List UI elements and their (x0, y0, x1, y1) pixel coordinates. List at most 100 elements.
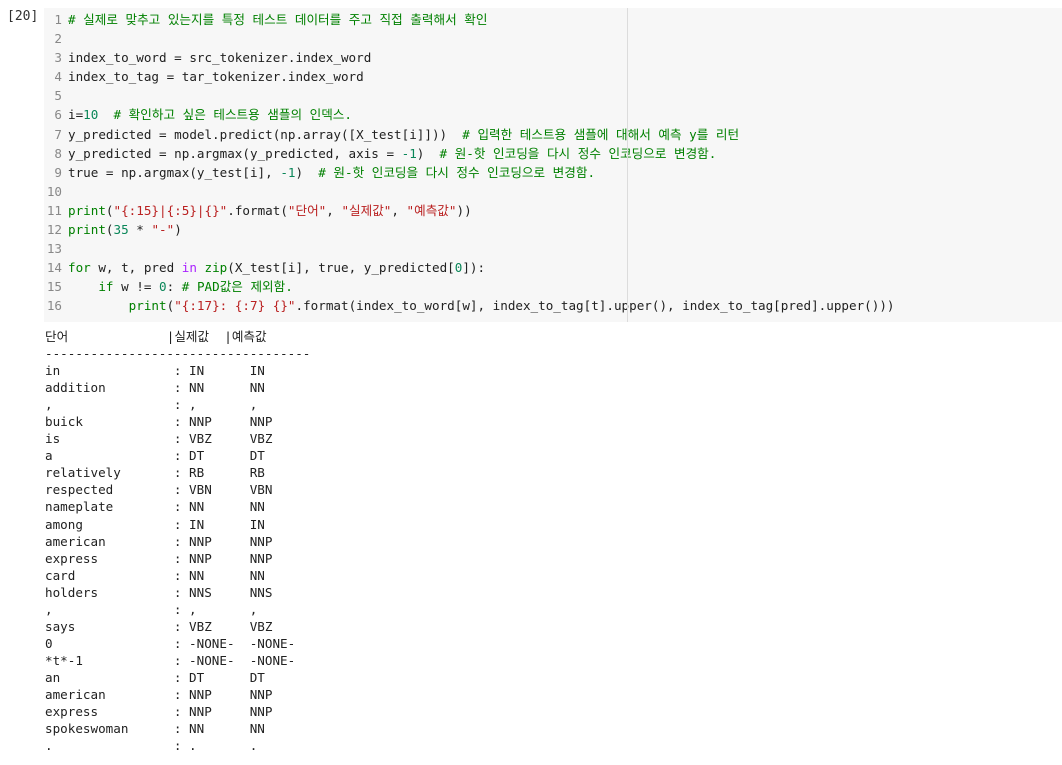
code-text: for w, t, pred in zip(X_test[i], true, y… (68, 258, 485, 277)
code-text: index_to_tag = tar_tokenizer.index_word (68, 67, 364, 86)
line-number: 11 (46, 202, 62, 218)
code-token: index_to_tag = tar_tokenizer.index_word (68, 69, 364, 85)
output-line: respected : VBN VBN (45, 482, 273, 498)
line-number: 5 (54, 88, 62, 104)
code-token: 35 (113, 222, 129, 238)
code-text: print("{:15}|{:5}|{}".format("단어", "실제값"… (68, 201, 472, 220)
code-token: print (68, 202, 106, 218)
output-line: 단어 |실제값 |예측값 (45, 329, 267, 344)
code-token: w != (113, 279, 160, 295)
code-token: "{:15}|{:5}|{}" (113, 202, 228, 218)
code-token: y_predicted = np.argmax(y_predicted, axi… (68, 145, 402, 161)
code-token: ( (105, 222, 114, 238)
line-number: 14 (46, 260, 62, 276)
line-number: 12 (46, 222, 62, 238)
code-token: # 확인하고 싶은 테스트용 샘플의 인덱스. (113, 107, 352, 123)
code-token: ( (105, 202, 114, 218)
line-number: 7 (54, 126, 62, 142)
code-text: index_to_word = src_tokenizer.index_word (68, 48, 371, 67)
code-text: # 실제로 맞추고 있는지를 특정 테스트 데이터를 주고 직접 출력해서 확인 (68, 10, 487, 29)
output-line: express : NNP NNP (45, 550, 273, 566)
code-token: i= (68, 107, 84, 123)
line-number: 15 (46, 279, 62, 295)
output-line: among : IN IN (45, 516, 265, 532)
code-token: zip (204, 260, 228, 276)
code-token: ) (416, 145, 440, 161)
code-text: print("{:17}: {:7} {}".format(index_to_w… (68, 296, 895, 315)
output-line: an : DT DT (45, 669, 265, 685)
line-number: 10 (46, 183, 62, 199)
code-token: .format(index_to_word[w], index_to_tag[t… (295, 298, 895, 314)
line-number: 6 (54, 107, 62, 123)
code-token: if (98, 279, 114, 295)
code-token: (X_test[i], true, y_predicted[ (227, 260, 455, 276)
output-line: holders : NNS NNS (45, 584, 273, 600)
output-line: *t*-1 : -NONE- -NONE- (45, 652, 296, 668)
code-token: for (68, 260, 91, 276)
output-line: addition : NN NN (45, 380, 265, 396)
code-token: -1 (280, 164, 296, 180)
output-line: buick : NNP NNP (45, 414, 273, 430)
line-number: 16 (46, 298, 62, 314)
code-token: -1 (401, 145, 417, 161)
code-token: in (181, 260, 197, 276)
output-line: in : IN IN (45, 363, 265, 379)
line-number: 3 (54, 50, 62, 66)
code-text: y_predicted = np.argmax(y_predicted, axi… (68, 144, 716, 163)
code-text: true = np.argmax(y_test[i], -1) # 원-핫 인코… (68, 163, 595, 182)
code-token: # 원-핫 인코딩을 다시 정수 인코딩으로 변경함. (439, 145, 717, 161)
output-line: relatively : RB RB (45, 465, 265, 481)
code-text: y_predicted = model.predict(np.array([X_… (68, 125, 739, 144)
code-token: "-" (151, 222, 175, 238)
code-token: .format( (227, 202, 288, 218)
line-number: 2 (54, 31, 62, 47)
code-token: index_to_word = src_tokenizer.index_word (68, 50, 372, 66)
code-token: ]): (462, 260, 486, 276)
output-line: nameplate : NN NN (45, 499, 265, 515)
code-token: w, t, pred (90, 260, 182, 276)
code-token: , (391, 202, 407, 218)
code-text: i=10 # 확인하고 싶은 테스트용 샘플의 인덱스. (68, 105, 352, 124)
output-line: american : NNP NNP (45, 533, 273, 549)
output-line: , : , , (45, 601, 258, 617)
code-editor[interactable]: 1 # 실제로 맞추고 있는지를 특정 테스트 데이터를 주고 직접 출력해서 확… (44, 8, 1062, 322)
code-token: true = np.argmax(y_test[i], (68, 164, 281, 180)
output-line: . : . . (45, 738, 258, 754)
code-token: # 원-핫 인코딩을 다시 정수 인코딩으로 변경함. (318, 164, 596, 180)
output-line: says : VBZ VBZ (45, 618, 273, 634)
output-line: ----------------------------------- (45, 346, 311, 362)
code-token: "예측값" (406, 202, 457, 218)
output-line: , : , , (45, 397, 258, 413)
code-token: # 입력한 테스트용 샘플에 대해서 예측 y를 리턴 (462, 126, 740, 142)
code-token: ) (295, 164, 319, 180)
code-token: * (128, 222, 152, 238)
output-line: 0 : -NONE- -NONE- (45, 635, 296, 651)
code-token: "실제값" (341, 202, 392, 218)
code-token: "단어" (287, 202, 327, 218)
code-token: "{:17}: {:7} {}" (174, 298, 296, 314)
cell-output: 단어 |실제값 |예측값 ----------------------------… (45, 328, 1045, 754)
line-number: 13 (46, 241, 62, 257)
code-token: : (166, 279, 182, 295)
notebook-cell[interactable]: [20] 1 # 실제로 맞추고 있는지를 특정 테스트 데이터를 주고 직접 출… (0, 0, 1062, 765)
line-number: 1 (54, 12, 62, 27)
line-number: 4 (54, 69, 62, 85)
code-token: 10 (83, 107, 99, 123)
line-number: 8 (54, 145, 62, 161)
code-token: print (68, 222, 106, 238)
code-text: if w != 0: # PAD값은 제외함. (68, 277, 292, 296)
code-token: y_predicted = model.predict(np.array([X_… (68, 126, 463, 142)
output-line: card : NN NN (45, 567, 265, 583)
output-line: spokeswoman : NN NN (45, 721, 265, 737)
code-token: , (326, 202, 342, 218)
code-token: # 실제로 맞추고 있는지를 특정 테스트 데이터를 주고 직접 출력해서 확인 (68, 12, 488, 27)
execution-count: [20] (7, 9, 39, 24)
code-text: print(35 * "-") (68, 220, 182, 239)
line-number: 9 (54, 164, 62, 180)
column-ruler (627, 8, 628, 322)
output-line: american : NNP NNP (45, 686, 273, 702)
